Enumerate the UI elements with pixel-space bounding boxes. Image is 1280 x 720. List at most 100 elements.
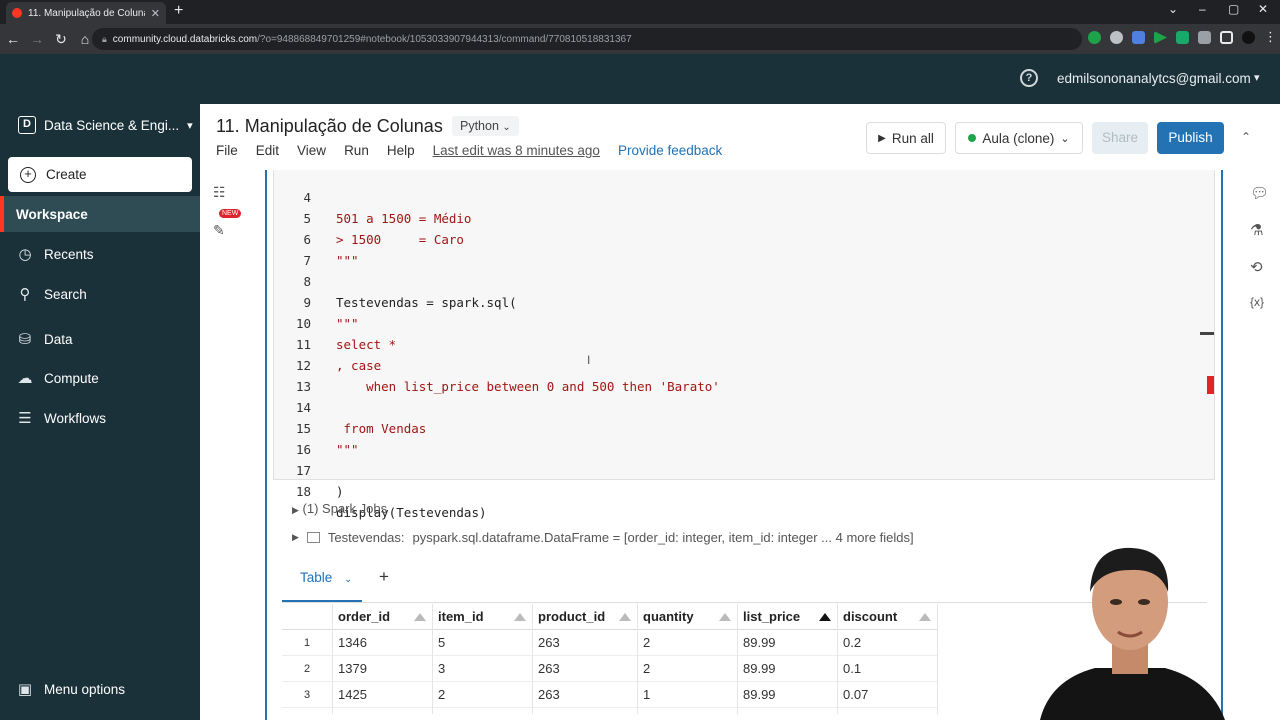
dataframe-type: pyspark.sql.dataframe.DataFrame = [order… <box>412 530 914 545</box>
sidebar-item-search[interactable]: ⚲ Search <box>0 276 200 312</box>
new-tab-icon[interactable]: + <box>174 2 183 20</box>
comments-icon[interactable]: 💬︎ <box>1250 184 1269 202</box>
table-cell[interactable]: 2 <box>432 682 532 708</box>
table-cell[interactable]: 2 <box>637 630 737 656</box>
sidebar-item-recents[interactable]: ◷ Recents <box>0 236 200 272</box>
back-icon[interactable]: ← <box>2 31 24 47</box>
table-cell[interactable]: 3 <box>432 656 532 682</box>
chevron-down-icon[interactable]: ⌄ <box>1168 2 1178 16</box>
table-cell[interactable]: 89.99 <box>737 682 837 708</box>
run-all-button[interactable]: ▶ Run all <box>866 122 946 154</box>
reload-icon[interactable]: ↻ <box>50 31 72 48</box>
add-visualization-icon[interactable]: + <box>379 567 389 587</box>
chevron-up-icon[interactable]: ⌃ <box>1241 130 1251 144</box>
column-header[interactable]: product_id <box>532 604 637 630</box>
close-window-icon[interactable]: ✕ <box>1258 2 1268 16</box>
browser-tab[interactable]: 11. Manipulação de Colunas - D ✕ <box>6 2 166 24</box>
experiment-icon[interactable]: ⚗︎ <box>1250 221 1269 239</box>
lock-icon: 🔒︎ <box>102 33 107 44</box>
tab-table[interactable]: Table ⌄ <box>282 562 362 602</box>
table-cell[interactable]: 1379 <box>332 656 432 682</box>
sort-ascending-icon[interactable] <box>819 613 831 621</box>
menu-edit[interactable]: Edit <box>256 143 279 158</box>
restore-icon[interactable]: ▢ <box>1228 2 1239 16</box>
chevron-down-icon[interactable]: ▾ <box>1254 71 1260 84</box>
more-menu-icon[interactable]: ⋮ <box>1264 30 1277 44</box>
editor-scrollbar[interactable] <box>1200 332 1214 335</box>
table-cell[interactable]: 1346 <box>332 630 432 656</box>
play-icon[interactable] <box>1154 31 1167 44</box>
help-icon[interactable]: ? <box>1020 69 1038 87</box>
column-header[interactable]: quantity <box>637 604 737 630</box>
sidebar-item-workflows[interactable]: ☰ Workflows <box>0 400 200 436</box>
sort-icon[interactable] <box>719 613 731 621</box>
sidebar-item-workspace[interactable]: Workspace <box>0 196 200 232</box>
address-bar[interactable]: 🔒︎ community.cloud.databricks.com/?o=948… <box>92 28 1082 50</box>
publish-button[interactable]: Publish <box>1157 122 1224 154</box>
table-cell[interactable]: 0.07 <box>837 682 937 708</box>
extension-icon[interactable] <box>1176 31 1189 44</box>
table-cell[interactable]: 263 <box>532 630 637 656</box>
menu-options[interactable]: ▣ Menu options <box>0 671 200 707</box>
column-header[interactable]: discount <box>837 604 937 630</box>
column-divider <box>637 604 638 714</box>
table-cell[interactable]: 1425 <box>332 682 432 708</box>
code-line: 6 """ <box>273 208 1203 268</box>
share-button[interactable]: Share <box>1092 122 1148 154</box>
assistant-icon[interactable]: ✎ <box>213 222 225 239</box>
dataframe-schema-toggle[interactable]: ▶ Testevendas: pyspark.sql.dataframe.Dat… <box>292 530 914 545</box>
menu-run[interactable]: Run <box>344 143 369 158</box>
column-header-label: list_price <box>743 609 801 624</box>
tab-table-label: Table <box>300 570 333 585</box>
create-button[interactable]: + Create <box>8 157 192 192</box>
column-header[interactable]: order_id <box>332 604 432 630</box>
extension-icon[interactable] <box>1088 31 1101 44</box>
cluster-selector[interactable]: Aula (clone) ⌄ <box>955 122 1083 154</box>
table-cell[interactable]: 2 <box>637 656 737 682</box>
profile-avatar[interactable] <box>1242 31 1255 44</box>
table-of-contents-icon[interactable]: ☷ <box>213 184 226 201</box>
table-cell[interactable]: 5 <box>432 630 532 656</box>
table-cell[interactable]: 263 <box>532 682 637 708</box>
language-selector[interactable]: Python ⌄ <box>452 116 519 136</box>
extension-icon[interactable] <box>1110 31 1123 44</box>
sort-icon[interactable] <box>414 613 426 621</box>
spark-jobs-toggle[interactable]: ▶ (1) Spark Jobs <box>292 501 387 516</box>
sort-icon[interactable] <box>514 613 526 621</box>
notebook-title[interactable]: 11. Manipulação de Colunas <box>216 116 443 137</box>
revision-history-icon[interactable]: ⟲ <box>1250 258 1269 276</box>
column-header[interactable]: item_id <box>432 604 532 630</box>
provide-feedback-link[interactable]: Provide feedback <box>618 143 722 158</box>
forward-icon[interactable]: → <box>26 31 48 47</box>
persona-switcher[interactable]: D Data Science & Engi... ▾ <box>18 116 193 134</box>
table-cell[interactable]: 89.99 <box>737 656 837 682</box>
sort-icon[interactable] <box>619 613 631 621</box>
minimize-icon[interactable]: – <box>1199 2 1206 16</box>
table-cell[interactable]: 1 <box>637 682 737 708</box>
sidebar-item-compute[interactable]: ☁ Compute <box>0 360 200 396</box>
last-edit-link[interactable]: Last edit was 8 minutes ago <box>433 143 600 158</box>
user-menu[interactable]: edmilsononanalytcs@gmail.com <box>1057 71 1251 86</box>
table-cell[interactable]: 263 <box>532 656 637 682</box>
close-tab-icon[interactable]: ✕ <box>151 7 160 20</box>
menu-file[interactable]: File <box>216 143 238 158</box>
menu-view[interactable]: View <box>297 143 326 158</box>
sort-icon[interactable] <box>919 613 931 621</box>
column-header[interactable]: list_price <box>737 604 837 630</box>
sidepanel-icon[interactable] <box>1220 31 1233 44</box>
menu-help[interactable]: Help <box>387 143 415 158</box>
column-divider <box>937 604 938 714</box>
column-divider <box>332 604 333 714</box>
table-cell[interactable]: 0.1 <box>837 656 937 682</box>
sidebar-item-data[interactable]: ⛁ Data <box>0 321 200 357</box>
table-icon <box>306 532 320 543</box>
code-line: 8 Testevendas = spark.sql( <box>273 250 1203 310</box>
table-cell[interactable]: 89.99 <box>737 630 837 656</box>
table-cell[interactable]: 0.2 <box>837 630 937 656</box>
variables-icon[interactable]: {x} <box>1250 295 1269 309</box>
translate-icon[interactable] <box>1132 31 1145 44</box>
puzzle-icon[interactable] <box>1198 31 1211 44</box>
code-line: 4 501 a 1500 = Médio <box>273 166 1203 226</box>
code-line: 12 when list_price between 0 and 500 the… <box>273 334 1203 394</box>
new-badge: NEW <box>219 209 242 218</box>
